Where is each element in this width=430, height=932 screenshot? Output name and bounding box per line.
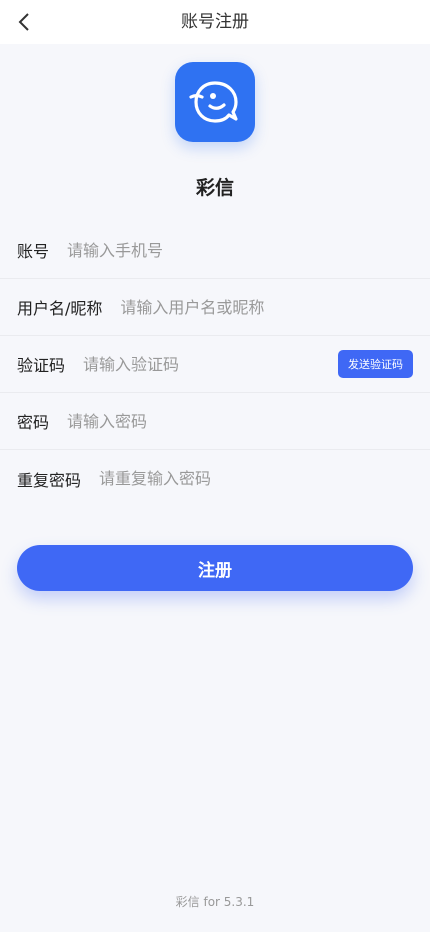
account-label: 账号 [17, 242, 50, 261]
account-row: 账号 [0, 222, 430, 279]
app-name: 彩信 [195, 177, 234, 199]
bird-chat-logo-icon [189, 81, 238, 123]
code-label: 验证码 [17, 356, 66, 375]
header-bar: 账号注册 [0, 0, 430, 44]
password-label: 密码 [17, 413, 50, 432]
register-form: 账号 用户名/昵称 验证码 发送验证码 密码 重复密码 [0, 222, 430, 507]
send-code-button[interactable]: 发送验证码 [338, 350, 413, 378]
code-input[interactable] [83, 354, 338, 374]
confirm-password-label: 重复密码 [17, 470, 82, 490]
password-row: 密码 [0, 393, 430, 450]
account-input[interactable] [67, 240, 413, 260]
version-text: 彩信 for 5.3.1 [175, 895, 255, 909]
password-input[interactable] [67, 411, 413, 431]
code-row: 验证码 发送验证码 [0, 336, 430, 393]
confirm-password-row: 重复密码 [0, 450, 430, 507]
confirm-password-input[interactable] [99, 469, 413, 488]
username-input[interactable] [120, 297, 413, 317]
username-label: 用户名/昵称 [17, 299, 103, 318]
page-title: 账号注册 [181, 12, 249, 32]
username-row: 用户名/昵称 [0, 279, 430, 336]
app-logo [175, 62, 255, 142]
register-button[interactable]: 注册 [17, 545, 413, 591]
